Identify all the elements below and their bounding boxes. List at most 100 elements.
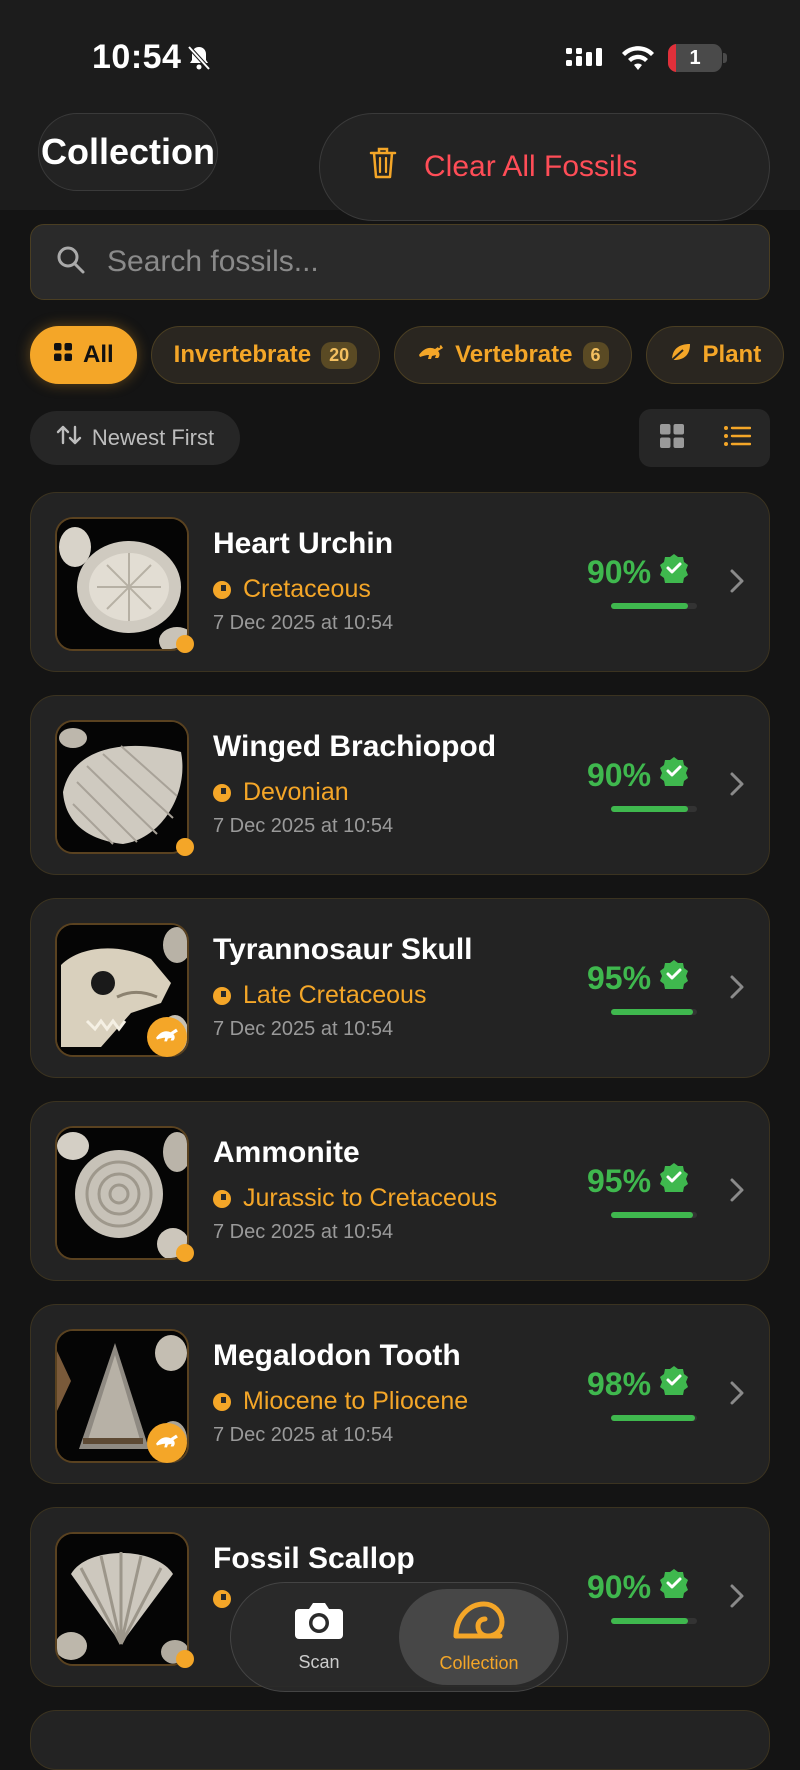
fossil-card-partial[interactable] xyxy=(30,1710,770,1770)
fossil-name: Fossil Scallop xyxy=(213,1542,415,1575)
chevron-right-icon xyxy=(729,1176,745,1209)
search-icon xyxy=(55,244,87,281)
fossil-card[interactable]: Ammonite Jurassic to Cretaceous 7 Dec 20… xyxy=(30,1101,770,1281)
verified-badge-icon xyxy=(659,1365,689,1403)
verified-badge-icon xyxy=(659,1162,689,1200)
view-toggle xyxy=(639,409,770,467)
fossil-period-label: Late Cretaceous xyxy=(243,981,427,1009)
filter-chip-invertebrate[interactable]: Invertebrate 20 xyxy=(150,326,381,384)
search-bar[interactable] xyxy=(30,224,770,300)
fossil-date: 7 Dec 2025 at 10:54 xyxy=(213,1221,394,1243)
battery-cap xyxy=(723,53,727,63)
fossil-period: Jurassic to Cretaceous xyxy=(213,1184,497,1213)
fossil-period-label: Jurassic to Cretaceous xyxy=(243,1184,498,1212)
filter-chip-label: Vertebrate xyxy=(455,341,573,368)
clock-icon xyxy=(213,1590,231,1608)
fossil-date: 7 Dec 2025 at 10:54 xyxy=(213,1018,394,1040)
chevron-right-icon xyxy=(729,1582,745,1615)
tab-collection[interactable]: Collection xyxy=(399,1589,559,1685)
clock-icon xyxy=(213,783,231,802)
dinosaur-icon xyxy=(154,1025,180,1050)
fossil-period-label: Devonian xyxy=(243,778,349,806)
clear-all-button[interactable]: Clear All Fossils xyxy=(319,113,770,221)
clock-icon xyxy=(213,1392,231,1411)
confidence-score: 90% xyxy=(587,553,689,591)
bell-muted-icon xyxy=(185,44,213,72)
clock-icon xyxy=(213,1189,231,1208)
trash-icon xyxy=(368,145,398,189)
page-title: Collection xyxy=(38,113,218,191)
fossil-card[interactable]: Winged Brachiopod Devonian 7 Dec 2025 at… xyxy=(30,695,770,875)
fossil-period: Devonian xyxy=(213,778,349,807)
confidence-score: 95% xyxy=(587,959,689,997)
confidence-bar-fill xyxy=(611,806,689,812)
fossil-period-label: Miocene to Pliocene xyxy=(243,1387,469,1415)
grid-icon xyxy=(53,341,73,369)
list-view-button[interactable] xyxy=(704,409,769,467)
fossil-card[interactable]: Heart Urchin Cretaceous 7 Dec 2025 at 10… xyxy=(30,492,770,672)
chevron-right-icon xyxy=(729,973,745,1006)
verified-badge-icon xyxy=(659,553,689,591)
tab-scan[interactable]: Scan xyxy=(239,1589,399,1685)
fossil-name: Winged Brachiopod xyxy=(213,730,497,763)
clock-icon xyxy=(213,580,231,599)
confidence-score: 90% xyxy=(587,1568,689,1606)
tab-label: Scan xyxy=(298,1652,340,1672)
fossil-period: Cretaceous xyxy=(213,575,371,604)
confidence-label: 90% xyxy=(587,1568,652,1605)
search-input[interactable] xyxy=(105,244,709,280)
verified-badge-icon xyxy=(659,1568,689,1606)
grid-view-icon xyxy=(659,423,685,454)
fossil-period: Miocene to Pliocene xyxy=(213,1387,468,1416)
fossil-card[interactable]: Megalodon Tooth Miocene to Pliocene 7 De… xyxy=(30,1304,770,1484)
filter-chip-plant[interactable]: Plant xyxy=(645,326,785,384)
fossil-date: 7 Dec 2025 at 10:54 xyxy=(213,815,394,837)
signal-icon xyxy=(566,46,606,75)
verified-badge-icon xyxy=(659,959,689,997)
leaf-icon xyxy=(669,341,693,370)
clear-all-label: Clear All Fossils xyxy=(424,150,638,183)
fossil-thumbnail xyxy=(55,517,189,651)
fossil-card[interactable]: Tyrannosaur Skull Late Cretaceous 7 Dec … xyxy=(30,898,770,1078)
fossil-date: 7 Dec 2025 at 10:54 xyxy=(213,612,394,634)
dinosaur-icon xyxy=(154,1431,180,1456)
fossil-period: Late Cretaceous xyxy=(213,981,426,1010)
confidence-bar-fill xyxy=(611,1415,696,1421)
sort-button[interactable]: Newest First xyxy=(30,411,240,465)
confidence-label: 90% xyxy=(587,756,652,793)
fossil-thumbnail xyxy=(55,1126,189,1260)
filter-chip-all[interactable]: All xyxy=(30,326,137,384)
list-view-icon xyxy=(723,425,751,452)
vertebrate-badge xyxy=(147,1423,187,1463)
filter-chips: All Invertebrate 20 Vertebrate 6 Plant xyxy=(30,326,785,384)
fossil-name: Ammonite xyxy=(213,1136,360,1169)
fossil-date: 7 Dec 2025 at 10:54 xyxy=(213,1424,394,1446)
battery-level: 1 xyxy=(689,46,701,69)
chevron-right-icon xyxy=(729,770,745,803)
confidence-label: 95% xyxy=(587,959,652,996)
status-time: 10:54 xyxy=(92,38,182,76)
vertebrate-badge xyxy=(147,1017,187,1057)
sort-label: Newest First xyxy=(91,425,215,450)
dinosaur-icon xyxy=(417,341,445,370)
confidence-bar xyxy=(611,1212,697,1218)
confidence-bar-fill xyxy=(611,1212,693,1218)
category-dot xyxy=(176,1244,194,1262)
confidence-label: 95% xyxy=(587,1162,652,1199)
filter-chip-vertebrate[interactable]: Vertebrate 6 xyxy=(394,326,632,384)
filter-chip-count: 20 xyxy=(321,341,358,369)
verified-badge-icon xyxy=(659,756,689,794)
grid-view-button[interactable] xyxy=(639,409,704,467)
ammonite-icon xyxy=(452,1600,506,1647)
category-dot xyxy=(176,838,194,856)
confidence-bar-fill xyxy=(611,1618,689,1624)
chevron-right-icon xyxy=(729,567,745,600)
fossil-name: Heart Urchin xyxy=(213,527,394,560)
tab-label: Collection xyxy=(439,1653,519,1673)
fossil-period-label: Cretaceous xyxy=(243,575,371,603)
confidence-bar xyxy=(611,806,697,812)
filter-chip-label: Plant xyxy=(702,341,762,368)
fossil-name: Megalodon Tooth xyxy=(213,1339,461,1372)
confidence-score: 98% xyxy=(587,1365,689,1403)
confidence-bar xyxy=(611,1009,697,1015)
